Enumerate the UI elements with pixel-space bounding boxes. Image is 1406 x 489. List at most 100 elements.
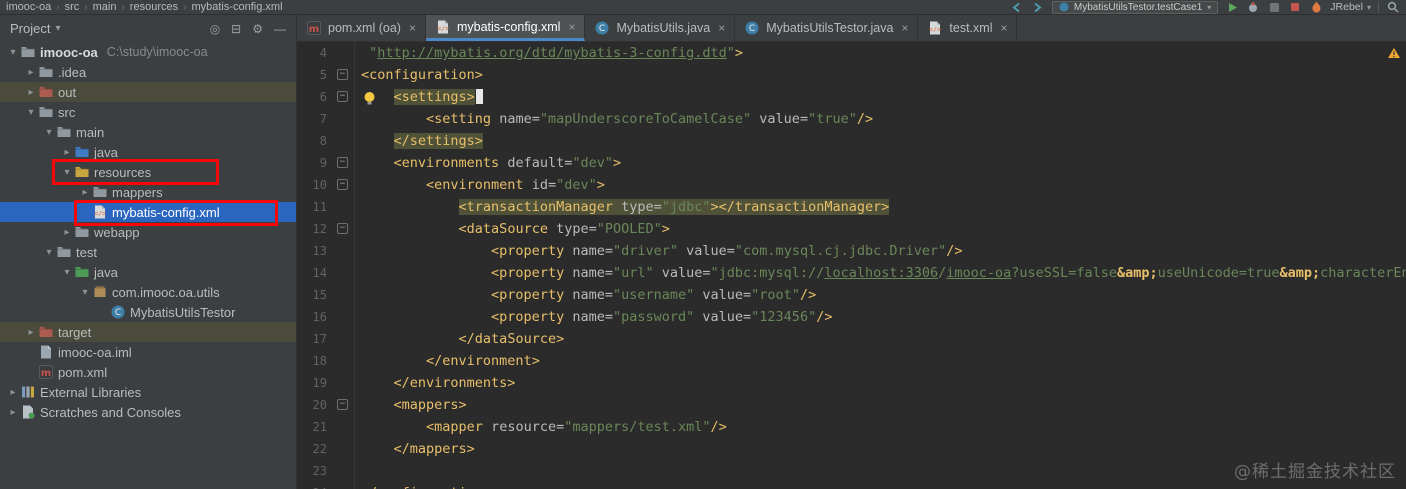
editor[interactable]: 4 "http://mybatis.org/dtd/mybatis-3-conf…	[297, 42, 1406, 489]
code-line-21[interactable]: 21 <mapper resource="mappers/test.xml"/>	[297, 416, 1406, 438]
line-number[interactable]: 17	[297, 328, 333, 350]
line-number[interactable]: 12	[297, 218, 333, 240]
jrebel-flame-icon[interactable]	[1309, 1, 1323, 14]
breadcrumb-item-imooc-oa[interactable]: imooc-oa	[6, 1, 51, 13]
code-line-15[interactable]: 15 <property name="username" value="root…	[297, 284, 1406, 306]
line-number[interactable]: 20	[297, 394, 333, 416]
tree-item-mappers[interactable]: ▸ mappers	[0, 182, 296, 202]
tree-item-out[interactable]: ▸ out	[0, 82, 296, 102]
gutter[interactable]	[333, 130, 355, 152]
tree-item-scratches-and-consoles[interactable]: ▸ Scratches and Consoles	[0, 402, 296, 422]
tree-item-resources[interactable]: ▾ resources	[0, 162, 296, 182]
run-config-select[interactable]: MybatisUtilsTestor.testCase1 ▾	[1051, 0, 1219, 14]
line-number[interactable]: 22	[297, 438, 333, 460]
gutter[interactable]	[333, 372, 355, 394]
gutter[interactable]	[333, 438, 355, 460]
line-number[interactable]: 8	[297, 130, 333, 152]
code-line-20[interactable]: 20− <mappers>	[297, 394, 1406, 416]
tree-item-src[interactable]: ▾ src	[0, 102, 296, 122]
line-number[interactable]: 23	[297, 460, 333, 482]
tree-item-test[interactable]: ▾ test	[0, 242, 296, 262]
tree-item-external-libraries[interactable]: ▸ External Libraries	[0, 382, 296, 402]
line-number[interactable]: 21	[297, 416, 333, 438]
gutter[interactable]	[333, 284, 355, 306]
tree-item-mybatis-config-xml[interactable]: </> mybatis-config.xml	[0, 202, 296, 222]
line-number[interactable]: 18	[297, 350, 333, 372]
code-line-22[interactable]: 22 </mappers>	[297, 438, 1406, 460]
gutter[interactable]	[333, 460, 355, 482]
line-number[interactable]: 14	[297, 262, 333, 284]
code-line-9[interactable]: 9− <environments default="dev">	[297, 152, 1406, 174]
code-line-13[interactable]: 13 <property name="driver" value="com.my…	[297, 240, 1406, 262]
chevron-right-icon[interactable]: ▸	[60, 147, 74, 158]
hide-panel-icon[interactable]: —	[274, 22, 286, 36]
tree-item-java[interactable]: ▸ java	[0, 142, 296, 162]
gutter[interactable]: −	[333, 174, 355, 196]
line-number[interactable]: 7	[297, 108, 333, 130]
chevron-right-icon[interactable]: ▸	[78, 187, 92, 198]
gutter[interactable]: −	[333, 218, 355, 240]
code-area[interactable]: 4 "http://mybatis.org/dtd/mybatis-3-conf…	[297, 42, 1406, 489]
fold-icon[interactable]: −	[337, 69, 348, 80]
breadcrumb-item-main[interactable]: main	[93, 1, 117, 13]
line-number[interactable]: 15	[297, 284, 333, 306]
close-icon[interactable]: ×	[718, 21, 725, 35]
gutter[interactable]	[333, 42, 355, 64]
line-number[interactable]: 13	[297, 240, 333, 262]
breadcrumb-item-src[interactable]: src	[65, 1, 80, 13]
tree-item-java[interactable]: ▾ java	[0, 262, 296, 282]
gutter[interactable]	[333, 306, 355, 328]
code-line-11[interactable]: 11 <transactionManager type="jdbc"></tra…	[297, 196, 1406, 218]
chevron-right-icon[interactable]: ▸	[24, 327, 38, 338]
tree-item-com-imooc-oa-utils[interactable]: ▾ com.imooc.oa.utils	[0, 282, 296, 302]
gutter[interactable]	[333, 416, 355, 438]
code-line-7[interactable]: 7 <setting name="mapUnderscoreToCamelCas…	[297, 108, 1406, 130]
code-line-18[interactable]: 18 </environment>	[297, 350, 1406, 372]
inspections-warning-icon[interactable]	[1387, 44, 1401, 66]
gutter[interactable]	[333, 262, 355, 284]
jrebel-button[interactable]: JRebel ▾	[1330, 1, 1371, 13]
code-line-14[interactable]: 14 <property name="url" value="jdbc:mysq…	[297, 262, 1406, 284]
tab-mybatis-config-xml[interactable]: </> mybatis-config.xml ×	[425, 15, 586, 41]
tree-item-main[interactable]: ▾ main	[0, 122, 296, 142]
gutter[interactable]	[333, 108, 355, 130]
tab-mybatisutilstestor-java[interactable]: C MybatisUtilsTestor.java ×	[735, 15, 919, 41]
breadcrumb-item-mybatis-config-xml[interactable]: mybatis-config.xml	[191, 1, 282, 13]
code-line-6[interactable]: 6− <settings>	[297, 86, 1406, 108]
forward-icon[interactable]	[1031, 1, 1045, 14]
code-line-8[interactable]: 8 </settings>	[297, 130, 1406, 152]
gutter[interactable]: −	[333, 64, 355, 86]
chevron-down-icon[interactable]: ▾	[42, 247, 56, 258]
close-icon[interactable]: ×	[1000, 21, 1007, 35]
code-line-19[interactable]: 19 </environments>	[297, 372, 1406, 394]
gutter[interactable]: −	[333, 394, 355, 416]
code-line-4[interactable]: 4 "http://mybatis.org/dtd/mybatis-3-conf…	[297, 42, 1406, 64]
chevron-down-icon[interactable]: ▾	[60, 267, 74, 278]
code-line-10[interactable]: 10− <environment id="dev">	[297, 174, 1406, 196]
chevron-right-icon[interactable]: ▸	[6, 387, 20, 398]
gutter[interactable]	[333, 196, 355, 218]
chevron-down-icon[interactable]: ▾	[60, 167, 74, 178]
line-number[interactable]: 5	[297, 64, 333, 86]
code-line-17[interactable]: 17 </dataSource>	[297, 328, 1406, 350]
fold-icon[interactable]: −	[337, 179, 348, 190]
gutter[interactable]: −	[333, 86, 355, 108]
tree-item-mybatisutilstestor[interactable]: C MybatisUtilsTestor	[0, 302, 296, 322]
tab-mybatisutils-java[interactable]: C MybatisUtils.java ×	[585, 15, 736, 41]
close-icon[interactable]: ×	[568, 20, 575, 34]
line-number[interactable]: 10	[297, 174, 333, 196]
code-line-24[interactable]: 24 </configuration>	[297, 482, 1406, 489]
collapse-all-icon[interactable]: ⊟	[231, 22, 241, 36]
chevron-right-icon[interactable]: ▸	[6, 407, 20, 418]
line-number[interactable]: 11	[297, 196, 333, 218]
gutter[interactable]	[333, 328, 355, 350]
chevron-down-icon[interactable]: ▾	[6, 47, 20, 58]
fold-icon[interactable]: −	[337, 157, 348, 168]
tab-pom-xml-oa[interactable]: m pom.xml (oa) ×	[297, 15, 426, 41]
tree-item-target[interactable]: ▸ target	[0, 322, 296, 342]
fold-icon[interactable]: −	[337, 91, 348, 102]
line-number[interactable]: 4	[297, 42, 333, 64]
close-icon[interactable]: ×	[409, 21, 416, 35]
settings-gear-icon[interactable]: ⚙	[252, 22, 263, 36]
debug-icon[interactable]	[1246, 1, 1260, 14]
